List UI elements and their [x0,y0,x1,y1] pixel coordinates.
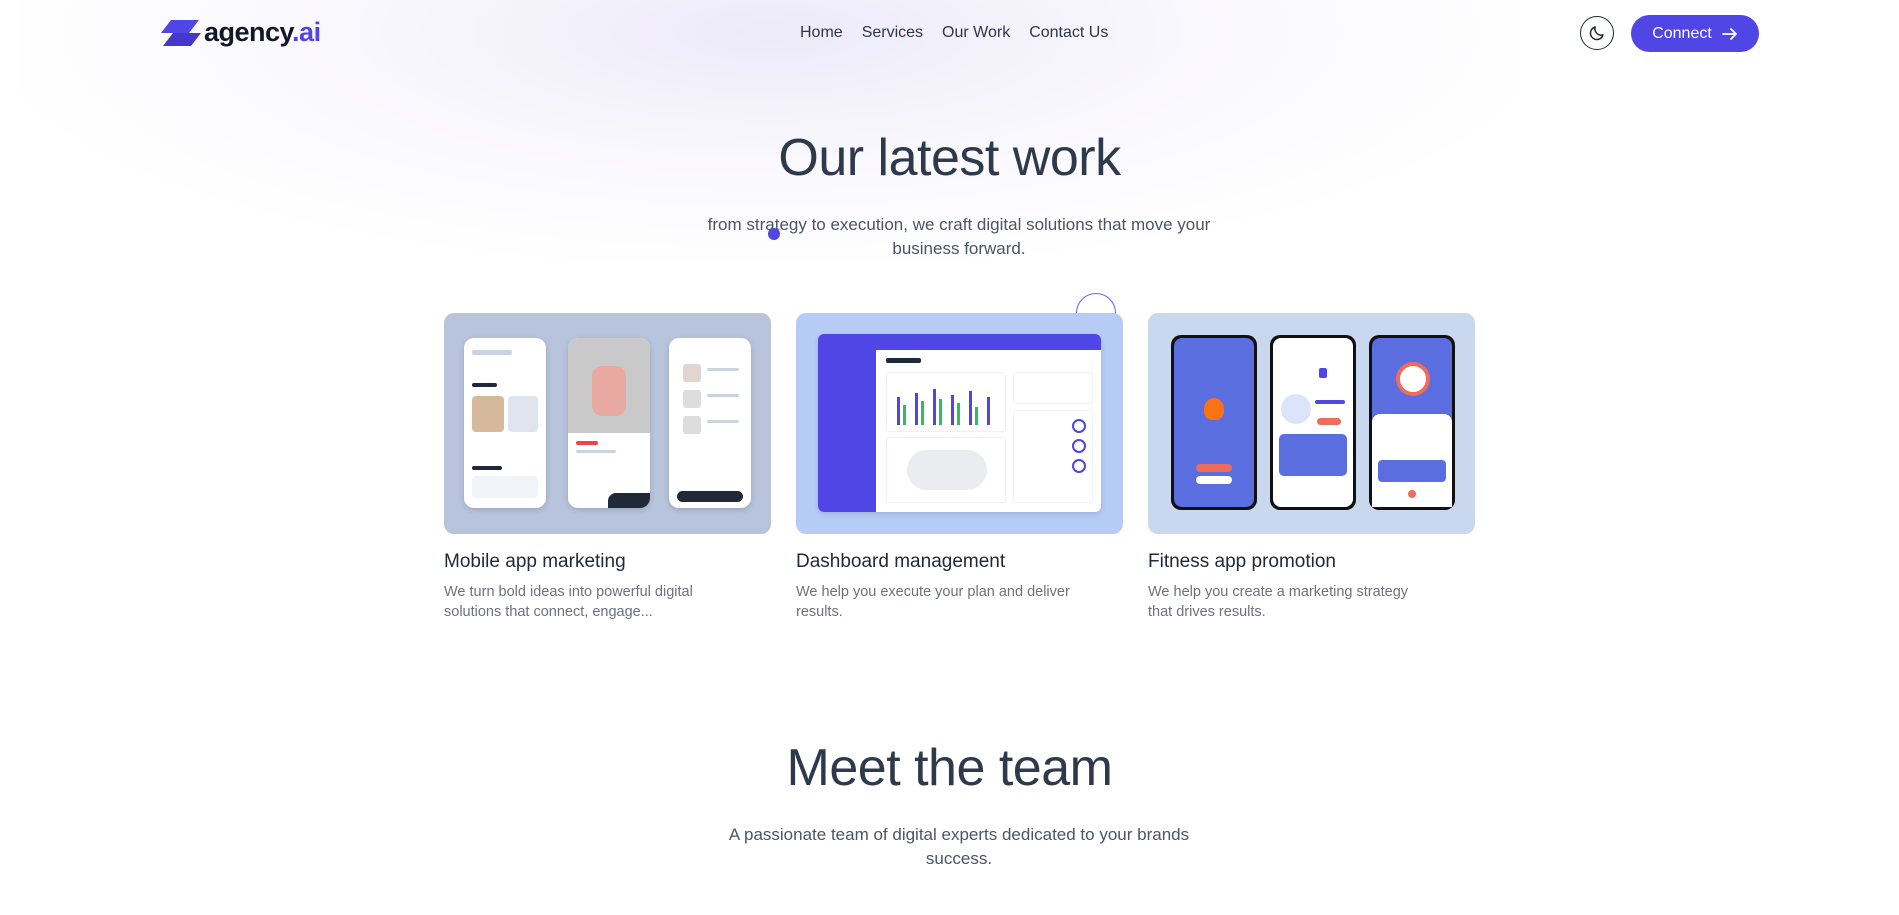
logo-icon [161,19,201,46]
mobile-app-thumbnail [444,313,771,534]
nav-our-work[interactable]: Our Work [942,24,1010,42]
connect-label: Connect [1652,24,1712,42]
dashboard-thumbnail [796,313,1123,534]
card-description: We help you execute your plan and delive… [796,584,1070,620]
team-subtitle: A passionate team of digital experts ded… [728,825,1190,868]
card-description: We turn bold ideas into powerful digital… [444,584,693,620]
brand-name: agency.ai [204,17,321,47]
nav-contact-us[interactable]: Contact Us [1029,24,1108,42]
theme-toggle-button[interactable] [1580,16,1614,50]
moon-icon [1589,26,1604,41]
arrow-right-icon [1721,27,1737,40]
card-title: Fitness app promotion [1148,551,1336,572]
fitness-thumbnail [1148,313,1475,534]
brand-logo[interactable]: agency.ai [161,17,321,48]
main-nav: Home Services Our Work Contact Us [800,24,1108,42]
card-description: We help you create a marketing strategy … [1148,584,1409,620]
cursor-dot [768,228,780,240]
work-card-mobile-app[interactable]: Mobile app marketing We turn bold ideas … [444,313,771,622]
card-title: Dashboard management [796,551,1006,572]
work-card-fitness[interactable]: Fitness app promotion We help you create… [1148,313,1475,622]
card-title: Mobile app marketing [444,551,626,572]
work-title: Our latest work [778,129,1121,187]
work-card-dashboard[interactable]: Dashboard management We help you execute… [796,313,1123,622]
nav-services[interactable]: Services [862,24,923,42]
site-header: agency.ai Home Services Our Work Contact… [0,0,1899,66]
team-title: Meet the team [786,739,1113,797]
nav-home[interactable]: Home [800,24,843,42]
connect-button[interactable]: Connect [1631,15,1759,52]
